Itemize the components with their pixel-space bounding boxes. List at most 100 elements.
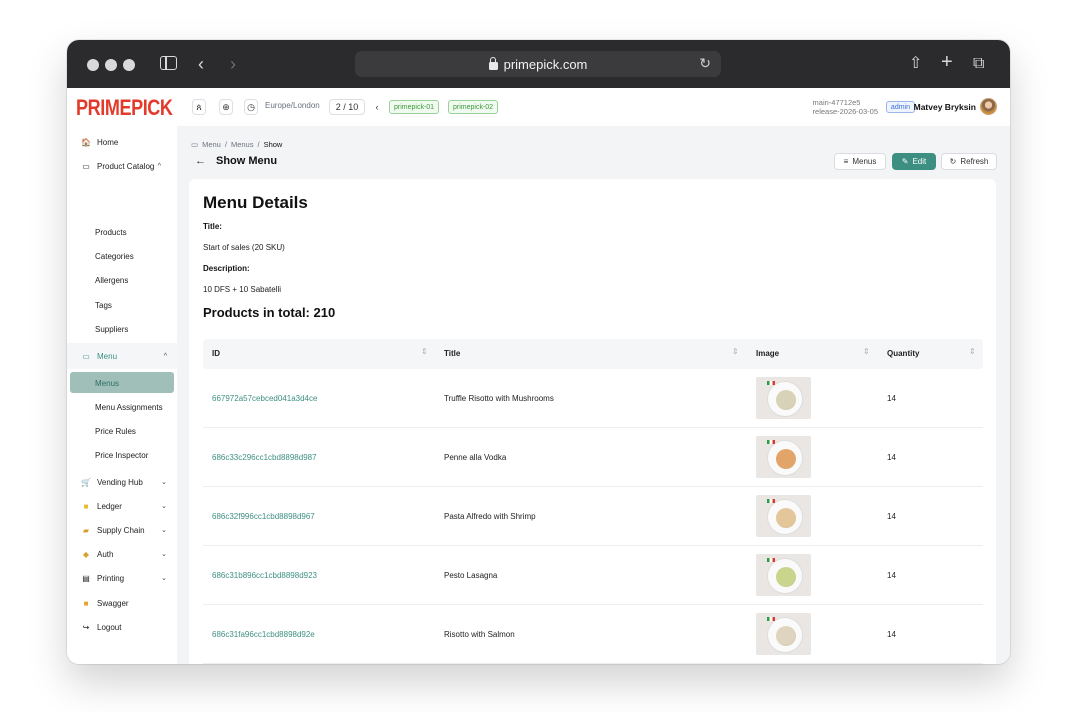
tabs-overview-icon[interactable]: ⧉ bbox=[973, 53, 984, 75]
product-id-link[interactable]: 686c33c296cc1cbd8898d987 bbox=[212, 453, 317, 462]
env-tag[interactable]: primepick-02 bbox=[448, 100, 499, 114]
sidebar-item-printing[interactable]: ▤ Printing ⌄ bbox=[67, 568, 177, 588]
product-title: Penne alla Vodka bbox=[444, 453, 507, 462]
sidebar-item-menus-active[interactable] bbox=[70, 372, 174, 393]
sidebar-item-label: Printing bbox=[97, 573, 125, 583]
sidebar-item-label: Logout bbox=[97, 622, 122, 632]
food-shape bbox=[776, 626, 796, 646]
product-title: Pasta Alfredo with Shrimp bbox=[444, 512, 536, 521]
sidebar-item-price-rules[interactable]: Price Rules bbox=[95, 427, 136, 436]
clock-icon[interactable]: ◷ bbox=[244, 99, 258, 115]
sidebar-item-menus[interactable]: Menus bbox=[95, 379, 119, 388]
sidebar-item-ledger[interactable]: ■ Ledger ⌄ bbox=[67, 496, 177, 516]
product-id-link[interactable]: 667972a57cebced041a3d4ce bbox=[212, 394, 317, 403]
sidebar-toggle-icon[interactable] bbox=[160, 56, 177, 70]
column-header-image[interactable]: Image bbox=[756, 349, 779, 358]
product-quantity: 14 bbox=[887, 630, 896, 639]
description-label: Description: bbox=[203, 264, 250, 273]
product-title: Truffle Risotto with Mushrooms bbox=[444, 394, 554, 403]
sidebar-item-menu[interactable]: ▭ Menu ^ bbox=[67, 346, 177, 366]
book-icon: ▭ bbox=[191, 140, 199, 149]
product-quantity: 14 bbox=[887, 394, 896, 403]
button-label: Menus bbox=[852, 157, 877, 166]
share-icon[interactable]: ⇧ bbox=[909, 53, 922, 75]
new-tab-icon[interactable]: + bbox=[941, 51, 953, 73]
user-icon[interactable]: ጰ bbox=[192, 99, 206, 115]
product-quantity: 14 bbox=[887, 453, 896, 462]
window-dot-icon[interactable] bbox=[105, 59, 117, 71]
sidebar-item-vending-hub[interactable]: 🛒 Vending Hub ⌄ bbox=[67, 472, 177, 492]
chevron-left-icon[interactable]: ‹ bbox=[371, 99, 383, 115]
address-bar[interactable]: primepick.com ↻ bbox=[355, 51, 721, 77]
column-header-id[interactable]: ID bbox=[212, 349, 220, 358]
reload-icon[interactable]: ↻ bbox=[699, 55, 711, 72]
refresh-button[interactable]: ↻ Refresh bbox=[941, 153, 997, 170]
column-header-title[interactable]: Title bbox=[444, 349, 460, 358]
table-row[interactable]: 686c31b896cc1cbd8898d923 Pesto Lasagna 14 bbox=[203, 546, 983, 605]
product-id-link[interactable]: 686c32f996cc1cbd8898d967 bbox=[212, 512, 315, 521]
sidebar-item-menu-assignments[interactable]: Menu Assignments bbox=[95, 403, 163, 412]
table-row[interactable]: 686c32f996cc1cbd8898d967 Pasta Alfredo wi… bbox=[203, 487, 983, 546]
window-dot-icon[interactable] bbox=[123, 59, 135, 71]
product-image bbox=[756, 613, 811, 655]
food-shape bbox=[776, 567, 796, 587]
table-row[interactable]: 686c33c296cc1cbd8898d987 Penne alla Vodka… bbox=[203, 428, 983, 487]
sort-icon[interactable]: ⇕ bbox=[969, 348, 976, 356]
product-id-link[interactable]: 686c31fa96cc1cbd8898d92e bbox=[212, 630, 315, 639]
lock-icon bbox=[488, 57, 498, 70]
description-value: 10 DFS + 10 Sabatelli bbox=[203, 285, 282, 294]
avatar[interactable] bbox=[980, 98, 997, 115]
browser-toolbar: ‹ › primepick.com ↻ ⇧ + ⧉ bbox=[67, 40, 1010, 88]
breadcrumb-item[interactable]: Menus bbox=[231, 140, 254, 149]
sidebar-item-label: Menu bbox=[97, 351, 118, 361]
cart-icon: 🛒 bbox=[81, 477, 91, 487]
column-header-quantity[interactable]: Quantity bbox=[887, 349, 919, 358]
env-tag[interactable]: primepick-01 bbox=[389, 100, 440, 114]
breadcrumb-item-current: Show bbox=[263, 140, 283, 149]
main-content: ▭ Menu / Menus / Show ← Show Menu ≡ Menus… bbox=[177, 126, 1010, 664]
sidebar-item-logout[interactable]: ↪ Logout bbox=[67, 617, 177, 637]
sort-icon[interactable]: ⇕ bbox=[863, 348, 870, 356]
sidebar-item-allergens[interactable]: Allergens bbox=[95, 276, 128, 285]
back-icon[interactable]: ‹ bbox=[198, 53, 204, 75]
printer-icon: ▤ bbox=[82, 573, 90, 583]
table-row[interactable]: 667972a57cebced041a3d4ce Truffle Risotto … bbox=[203, 369, 983, 428]
brand-logo[interactable]: PRIMEPICK bbox=[76, 95, 173, 121]
title-label: Title: bbox=[203, 222, 222, 231]
sort-icon[interactable]: ⇕ bbox=[732, 348, 739, 356]
menus-list-button[interactable]: ≡ Menus bbox=[834, 153, 886, 170]
sidebar-item-home[interactable]: 🏠 Home bbox=[67, 132, 177, 152]
menu-details-card: Menu Details Title: Start of sales (20 S… bbox=[189, 179, 996, 664]
list-icon: ≡ bbox=[843, 157, 849, 166]
user-name[interactable]: Matvey Bryksin bbox=[914, 102, 976, 112]
sidebar-item-suppliers[interactable]: Suppliers bbox=[95, 325, 128, 334]
sidebar-item-label: Ledger bbox=[97, 501, 122, 511]
sidebar-item-supply-chain[interactable]: ▰ Supply Chain ⌄ bbox=[67, 520, 177, 540]
breadcrumb-item[interactable]: Menu bbox=[202, 140, 221, 149]
sidebar-item-tags[interactable]: Tags bbox=[95, 301, 112, 310]
globe-icon[interactable]: ⊕ bbox=[219, 99, 233, 115]
food-shape bbox=[776, 508, 796, 528]
table-row[interactable]: 686c31fa96cc1cbd8898d92e Risotto with Sal… bbox=[203, 605, 983, 664]
products-total: Products in total: 210 bbox=[203, 305, 336, 320]
sidebar-item-price-inspector[interactable]: Price Inspector bbox=[95, 451, 148, 460]
release-date: release-2026-03-05 bbox=[812, 107, 878, 116]
product-id-link[interactable]: 686c31b896cc1cbd8898d923 bbox=[212, 571, 317, 580]
home-icon: 🏠 bbox=[81, 137, 91, 147]
sidebar-item-auth[interactable]: ◆ Auth ⌄ bbox=[67, 544, 177, 564]
sidebar-item-products[interactable]: Products bbox=[95, 228, 127, 237]
italy-flag-icon bbox=[767, 617, 775, 621]
window-dot-icon[interactable] bbox=[87, 59, 99, 71]
italy-flag-icon bbox=[767, 499, 775, 503]
chevron-up-icon: ^ bbox=[163, 352, 167, 360]
forward-icon[interactable]: › bbox=[230, 53, 236, 75]
sidebar-item-product-catalog[interactable]: ▭ Product Catalog ^ bbox=[67, 156, 177, 176]
product-quantity: 14 bbox=[887, 571, 896, 580]
sidebar-item-swagger[interactable]: ■ Swagger bbox=[67, 593, 177, 613]
edit-button[interactable]: ✎ Edit bbox=[892, 153, 936, 170]
back-arrow-icon[interactable]: ← bbox=[195, 155, 206, 167]
plate-shape bbox=[767, 617, 803, 653]
button-label: Refresh bbox=[960, 157, 989, 166]
sort-icon[interactable]: ⇕ bbox=[421, 348, 428, 356]
sidebar-item-categories[interactable]: Categories bbox=[95, 252, 134, 261]
